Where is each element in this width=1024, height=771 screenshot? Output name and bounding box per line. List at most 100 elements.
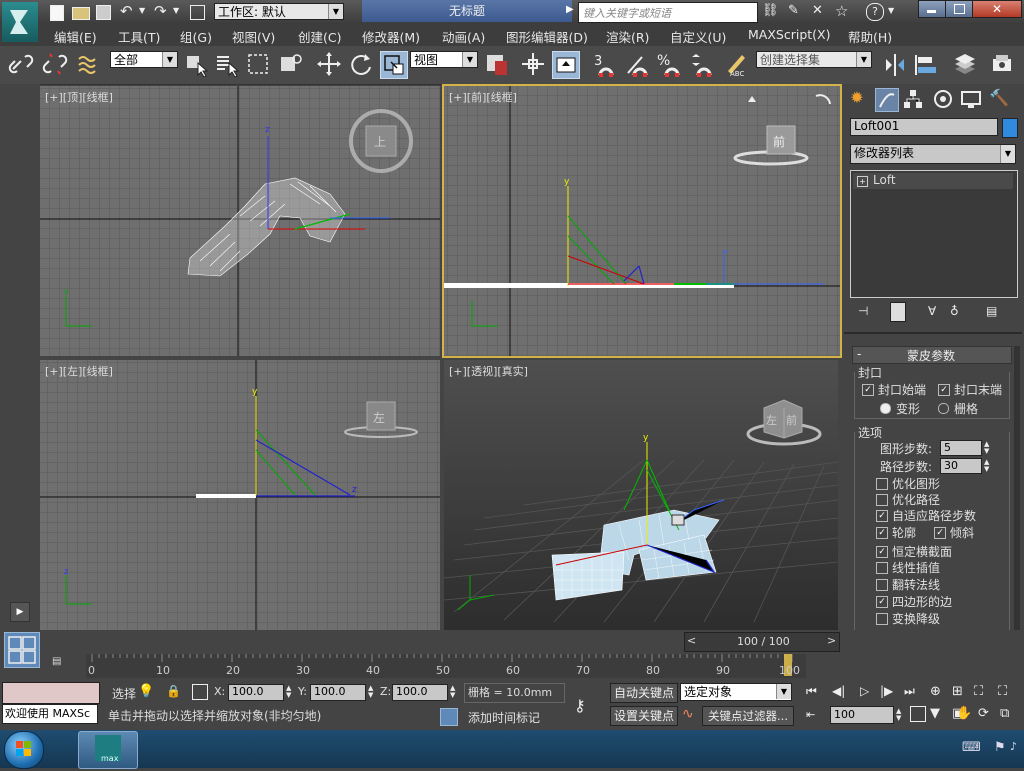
x-coord-spinner[interactable]: ▲ ▼	[286, 685, 294, 699]
communication-icon[interactable]: ✕	[812, 3, 823, 18]
skin-params-rollout-header[interactable]: - 蒙皮参数	[852, 346, 1012, 364]
time-config-icon[interactable]	[910, 706, 926, 722]
select-object-icon[interactable]	[184, 51, 210, 78]
rect-selection-region-icon[interactable]	[246, 51, 272, 77]
display-tab-icon[interactable]	[960, 88, 982, 110]
shape-steps-spinner[interactable]: ▲ ▼	[984, 441, 992, 455]
network-flag-icon[interactable]: ⚑	[994, 740, 1006, 755]
time-prev-icon[interactable]: <	[687, 634, 696, 647]
hierarchy-tab-icon[interactable]	[902, 88, 924, 110]
scrollbar[interactable]	[1014, 346, 1020, 670]
x-coord-input[interactable]: 100.0	[228, 684, 284, 701]
zoom-extents-icon[interactable]: ⛶	[974, 684, 983, 699]
zoom-extents-all-icon[interactable]: ⛶	[998, 684, 1007, 699]
expand-plus-icon[interactable]: +	[857, 176, 868, 187]
selection-filter-dropdown[interactable]: 全部 ▼	[110, 51, 178, 68]
morph-radio[interactable]	[880, 403, 891, 414]
current-frame-input[interactable]: 100	[830, 706, 894, 724]
unlink-icon[interactable]	[42, 51, 68, 77]
select-manipulate-icon[interactable]	[520, 51, 546, 77]
modifier-stack-item[interactable]: + Loft	[853, 173, 1013, 189]
keyboard-icon[interactable]: ⌨	[962, 740, 981, 755]
subscription-icon[interactable]: ✎	[788, 3, 799, 18]
time-slider[interactable]: < 100 / 100 >	[684, 632, 840, 652]
angle-snap-icon[interactable]	[624, 51, 650, 77]
contour-checkbox[interactable]: ✓	[876, 527, 888, 539]
bind-space-warp-icon[interactable]	[76, 51, 102, 77]
utilities-tab-icon[interactable]: 🔨	[988, 88, 1010, 110]
expand-command-panel-button[interactable]: ▶	[10, 602, 30, 622]
time-next-icon[interactable]: >	[827, 634, 836, 647]
snaps-toggle-icon[interactable]: 3	[592, 51, 618, 77]
transform-degrade-checkbox[interactable]	[876, 613, 888, 625]
path-steps-spinner[interactable]: ▲ ▼	[984, 459, 992, 473]
taskbar-3dsmax-button[interactable]: max	[78, 731, 138, 769]
maximize-viewport-icon[interactable]: ⧉	[1000, 706, 1009, 721]
menu-maxscript[interactable]: MAXScript(X)	[748, 27, 830, 42]
start-button[interactable]	[4, 731, 44, 769]
grid-radio[interactable]	[938, 403, 949, 414]
next-frame-icon[interactable]: |▶︎	[880, 684, 893, 698]
volume-icon[interactable]: ♪	[1010, 740, 1017, 753]
optimize-path-checkbox[interactable]	[876, 494, 888, 506]
help-icon[interactable]: ?	[866, 3, 884, 21]
orbit-icon[interactable]: ⟳	[978, 706, 989, 721]
quad-sides-checkbox[interactable]: ✓	[876, 596, 888, 608]
workspace-dropdown[interactable]: 工作区: 默认 ▼	[214, 3, 344, 20]
minimize-button[interactable]	[918, 0, 946, 18]
named-selection-dropdown[interactable]: 创建选择集 ▼	[756, 51, 872, 68]
create-tab-icon[interactable]: ✹	[846, 88, 868, 110]
maxscript-listener-pink[interactable]	[2, 682, 100, 704]
viewport-front[interactable]: y − 前 [+][前][线框]	[442, 84, 842, 358]
y-coord-spinner[interactable]: ▲ ▼	[368, 685, 376, 699]
zoom-all-icon[interactable]: ⊞	[952, 684, 963, 699]
cap-start-checkbox[interactable]: ✓	[862, 384, 874, 396]
configure-sets-icon[interactable]: ▤	[986, 304, 997, 318]
optimize-shapes-checkbox[interactable]	[876, 478, 888, 490]
menu-help[interactable]: 帮助(H)	[848, 27, 892, 46]
viewport-perspective[interactable]: y 左 前 [+][透视][真实]	[444, 360, 838, 630]
isolate-lightbulb-icon[interactable]: 💡	[138, 684, 154, 699]
path-steps-input[interactable]: 30	[940, 458, 982, 474]
absolute-mode-icon[interactable]	[192, 684, 208, 700]
zoom-icon[interactable]: ⊕	[930, 684, 941, 699]
redo-dropdown-icon[interactable]: ▼	[173, 6, 179, 15]
remove-modifier-icon[interactable]: ♁	[950, 304, 959, 318]
undo-icon[interactable]: ↶	[120, 2, 133, 20]
viewport-left-label[interactable]: [+][左][线框]	[45, 363, 113, 379]
app-logo-icon[interactable]	[2, 2, 38, 42]
viewport-persp-label[interactable]: [+][透视][真实]	[449, 363, 528, 379]
banking-checkbox[interactable]: ✓	[934, 527, 946, 539]
selected-object-dropdown[interactable]: 选定对象 ▼	[680, 683, 792, 701]
set-key-button[interactable]: 设置关键点	[610, 706, 678, 726]
rotate-icon[interactable]	[348, 51, 374, 77]
viewport-top[interactable]: z y 上 [+][顶][线框]	[40, 86, 440, 356]
object-color-swatch[interactable]	[1002, 118, 1018, 138]
make-unique-icon[interactable]: ∀	[928, 304, 936, 318]
menu-edit[interactable]: 编辑(E)	[54, 27, 97, 46]
menu-tools[interactable]: 工具(T)	[118, 27, 160, 46]
pin-stack-icon[interactable]: ⊣	[858, 304, 868, 318]
object-name-field[interactable]: Loft001	[850, 118, 998, 136]
play-icon[interactable]: ▷	[860, 684, 869, 698]
maximize-button[interactable]	[945, 0, 973, 18]
key-icon[interactable]: ⚷	[574, 696, 586, 715]
pivot-center-icon[interactable]	[484, 51, 510, 77]
open-file-icon[interactable]	[72, 7, 90, 20]
constant-cross-checkbox[interactable]: ✓	[876, 546, 888, 558]
modify-tab-icon[interactable]	[875, 88, 899, 112]
layer-manager-icon[interactable]	[952, 51, 978, 77]
z-coord-input[interactable]: 100.0	[392, 684, 448, 701]
flip-normals-checkbox[interactable]	[876, 579, 888, 591]
linear-interp-checkbox[interactable]	[876, 562, 888, 574]
menu-rendering[interactable]: 渲染(R)	[606, 27, 649, 46]
keyboard-shortcut-override-icon[interactable]	[552, 51, 580, 79]
mirror-icon[interactable]	[882, 51, 908, 77]
menu-group[interactable]: 组(G)	[180, 27, 212, 46]
percent-snap-icon[interactable]: %	[656, 51, 682, 77]
favorites-star-icon[interactable]: ☆	[835, 2, 848, 20]
close-button[interactable]: ✕	[972, 0, 1022, 18]
goto-start-icon[interactable]: ⏮	[806, 684, 817, 699]
show-end-result-icon[interactable]	[890, 302, 906, 322]
z-coord-spinner[interactable]: ▲ ▼	[450, 685, 458, 699]
